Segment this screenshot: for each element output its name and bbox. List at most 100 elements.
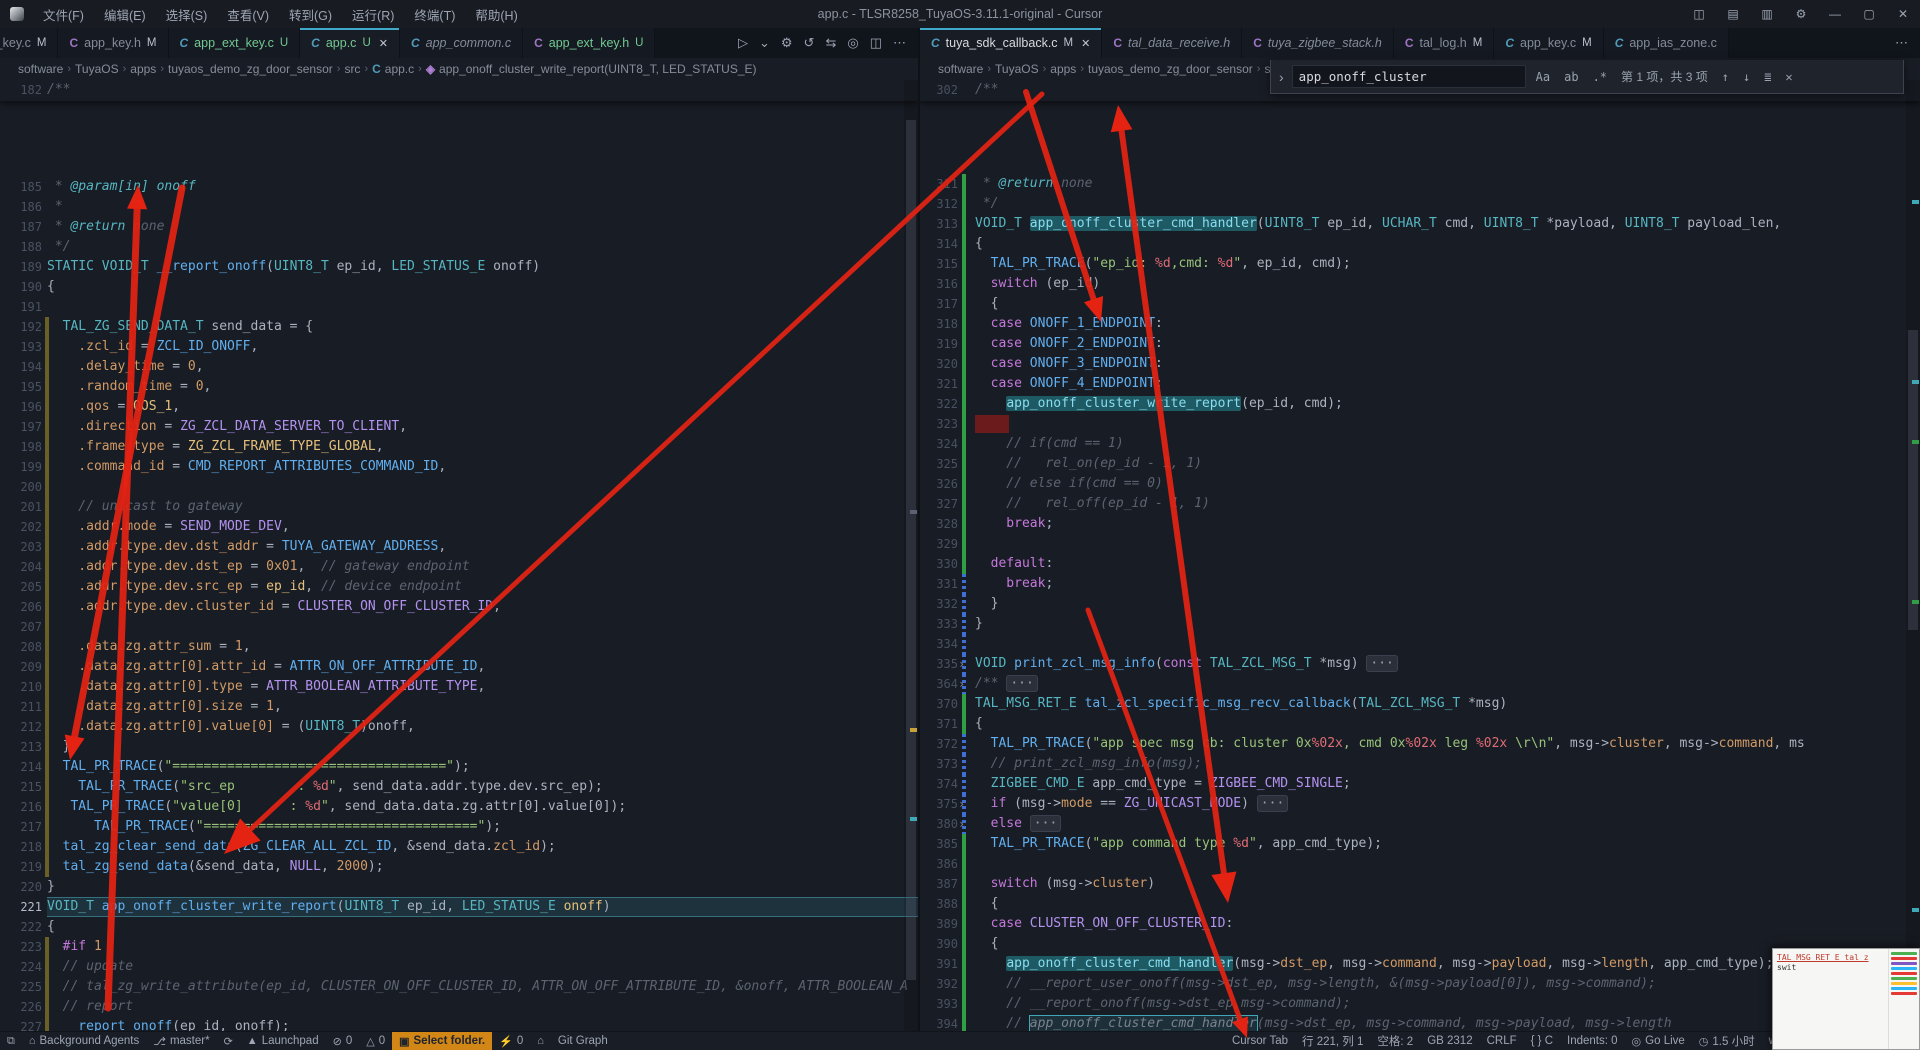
code-line-198[interactable]: 198 .frame_type = ZG_ZCL_FRAME_TYPE_GLOB… [0,437,918,457]
tab-close-icon[interactable]: ✕ [379,37,388,50]
code-line-215[interactable]: 215 TAL_PR_TRACE("src_ep : %d", send_dat… [0,777,918,797]
tab-tal_log.h[interactable]: Ctal_log.h M [1393,28,1495,58]
code-line-202[interactable]: 202 .addr.mode = SEND_MODE_DEV, [0,517,918,537]
editor-tuya-sdk-callback-c[interactable]: 302/** 311 * @return none 312 */313 VOID_T… [920,80,1920,1032]
status-sync[interactable]: ⟳ [217,1032,240,1050]
code-line-329[interactable]: 329 [920,534,1920,554]
tab-app_ext_key.h[interactable]: Capp_ext_key.h U [523,28,656,58]
status-cursor-position[interactable]: 行 221, 列 1 [1295,1032,1370,1050]
settings-icon[interactable]: ⚙ [777,33,797,53]
status-eol[interactable]: CRLF [1480,1032,1524,1050]
tab-app_common.c[interactable]: Capp_common.c [399,28,524,58]
find-next-icon[interactable]: ↓ [1739,69,1754,85]
menu-终端(T)[interactable]: 终端(T) [405,2,464,27]
code-line-210[interactable]: 210 .data.zg.attr[0].type = ATTR_BOOLEAN… [0,677,918,697]
code-line-335[interactable]: 335 › VOID print_zcl_msg_info(const TAL_ZC… [920,654,1920,674]
tab-app_key.h[interactable]: Capp_key.h M [58,28,169,58]
breadcrumb-item[interactable]: app_onoff_cluster_write_report(UINT8_T, … [439,62,756,76]
code-line-195[interactable]: 195 .random_time = 0, [0,377,918,397]
code-line-386[interactable]: 386 [920,854,1920,874]
code-line-193[interactable]: 193 .zcl_id = ZCL_ID_ONOFF, [0,337,918,357]
status-select-folder[interactable]: ▣ Select folder. [392,1032,493,1050]
breadcrumb-item[interactable]: tuyaos_demo_zg_door_sensor [168,62,333,76]
status-usage-time[interactable]: ◷ 1.5 小时 [1692,1032,1762,1050]
breadcrumb-item[interactable]: TuyaOS [995,62,1039,76]
close-icon[interactable]: ✕ [1886,7,1920,21]
code-line-311[interactable]: 311 * @return none [920,174,1920,194]
status-cursor-tab[interactable]: Cursor Tab [1225,1032,1295,1050]
code-line-391[interactable]: 391 app_onoff_cluster_cmd_handler(msg->d… [920,954,1920,974]
code-line-217[interactable]: 217 TAL_PR_TRACE("======================… [0,817,918,837]
code-line-394[interactable]: 394 // app_onoff_cluster_cmd_handler(msg… [920,1014,1920,1032]
maximize-icon[interactable]: ▢ [1852,7,1886,21]
tab-_key.c[interactable]: C_key.cM [0,28,59,58]
code-line-375[interactable]: 375 › if (msg->mode == ZG_UNICAST_MODE) ·… [920,794,1920,814]
code-line-372[interactable]: 372 TAL_PR_TRACE("app spec msg cb: clust… [920,734,1920,754]
code-line-214[interactable]: 214 TAL_PR_TRACE("======================… [0,757,918,777]
code-line-211[interactable]: 211 .data.zg.attr[0].size = 1, [0,697,918,717]
whole-word-icon[interactable]: ab [1560,69,1582,85]
code-line-199[interactable]: 199 .command_id = CMD_REPORT_ATTRIBUTES_… [0,457,918,477]
menu-编辑(E)[interactable]: 编辑(E) [95,2,155,27]
chevron-down-icon[interactable]: ⌄ [755,33,774,53]
menu-选择(S)[interactable]: 选择(S) [157,2,217,27]
code-line-190[interactable]: 190{ [0,277,918,297]
code-line-219[interactable]: 219 tal_zg_send_data(&send_data, NULL, 2… [0,857,918,877]
history-icon[interactable]: ↺ [800,33,819,53]
code-line-328[interactable]: 328 break; [920,514,1920,534]
code-line-389[interactable]: 389 case CLUSTER_ON_OFF_CLUSTER_ID: [920,914,1920,934]
code-line-325[interactable]: 325 // rel_on(ep_id - 1, 1) [920,454,1920,474]
code-line-390[interactable]: 390 { [920,934,1920,954]
code-line-322[interactable]: 322 app_onoff_cluster_write_report(ep_id… [920,394,1920,414]
code-line-388[interactable]: 388 { [920,894,1920,914]
code-line-334[interactable]: 334 [920,634,1920,654]
breadcrumb-item[interactable]: apps [1050,62,1076,76]
breadcrumb-item[interactable]: app.c [385,62,414,76]
status-git-branch[interactable]: ⎇ master* [146,1032,216,1050]
status-zap-count[interactable]: ⚡ 0 [492,1032,530,1050]
status-indentation[interactable]: 空格: 2 [1370,1032,1420,1050]
status-git-graph[interactable]: Git Graph [551,1032,615,1050]
code-line-226[interactable]: 226 // report [0,997,918,1017]
code-line-189[interactable]: 189 STATIC VOID_T __report_onoff(UINT8_T … [0,257,918,277]
code-line-326[interactable]: 326 // else if(cmd == 0) [920,474,1920,494]
breadcrumb-item[interactable]: TuyaOS [75,62,119,76]
breadcrumb-item[interactable]: src [344,62,360,76]
code-line-227[interactable]: 227 __report_onoff(ep_id, onoff); [0,1017,918,1032]
fold-chevron-icon[interactable]: › [958,814,965,834]
code-line-374[interactable]: 374 ZIGBEE_CMD_E app_cmd_type = ZIGBEE_C… [920,774,1920,794]
settings-gear-icon[interactable]: ⚙ [1784,7,1818,21]
status-encoding[interactable]: GB 2312 [1420,1032,1479,1050]
minimize-icon[interactable]: — [1818,7,1852,21]
code-line-320[interactable]: 320 case ONOFF_3_ENDPOINT: [920,354,1920,374]
fold-chevron-icon[interactable]: › [958,794,965,814]
code-line-191[interactable]: 191 [0,297,918,317]
code-line-224[interactable]: 224 // update [0,957,918,977]
code-line-387[interactable]: 387 switch (msg->cluster) [920,874,1920,894]
code-line-380[interactable]: 380 › else ··· [920,814,1920,834]
code-line-373[interactable]: 373 // print_zcl_msg_info(msg); [920,754,1920,774]
fold-chevron-icon[interactable]: › [958,654,965,674]
match-case-icon[interactable]: Aa [1532,69,1554,85]
layout-bottom-icon[interactable]: ▤ [1716,7,1750,21]
code-line-312[interactable]: 312 */ [920,194,1920,214]
code-line-200[interactable]: 200 [0,477,918,497]
code-line-185[interactable]: 185 * @param[in] onoff [0,177,918,197]
code-line-333[interactable]: 333} [920,614,1920,634]
more-actions-icon[interactable]: ⋯ [889,33,910,53]
code-line-192[interactable]: 192 TAL_ZG_SEND_DATA_T send_data = { [0,317,918,337]
code-line-225[interactable]: 225 // tal_zg_write_attribute(ep_id, CLU… [0,977,918,997]
code-line-316[interactable]: 316 switch (ep_id) [920,274,1920,294]
code-line-216[interactable]: 216 TAL_PR_TRACE("value[0] : %d", send_d… [0,797,918,817]
code-line-385[interactable]: 385 TAL_PR_TRACE("app command type %d", … [920,834,1920,854]
code-line-319[interactable]: 319 case ONOFF_2_ENDPOINT: [920,334,1920,354]
status-indents[interactable]: Indents: 0 [1560,1032,1625,1050]
breadcrumb-item[interactable]: software [938,62,983,76]
code-line-222[interactable]: 222{ [0,917,918,937]
split-editor-icon[interactable]: ◫ [866,33,886,53]
code-line-327[interactable]: 327 // rel_off(ep_id - 1, 1) [920,494,1920,514]
editor-app-c[interactable]: 182/** 185 * @param[in] onoff 186 * 187 * … [0,80,918,1032]
breadcrumb-item[interactable]: software [18,62,63,76]
compare-icon[interactable]: ⇆ [821,33,840,53]
code-line-318[interactable]: 318 case ONOFF_1_ENDPOINT: [920,314,1920,334]
